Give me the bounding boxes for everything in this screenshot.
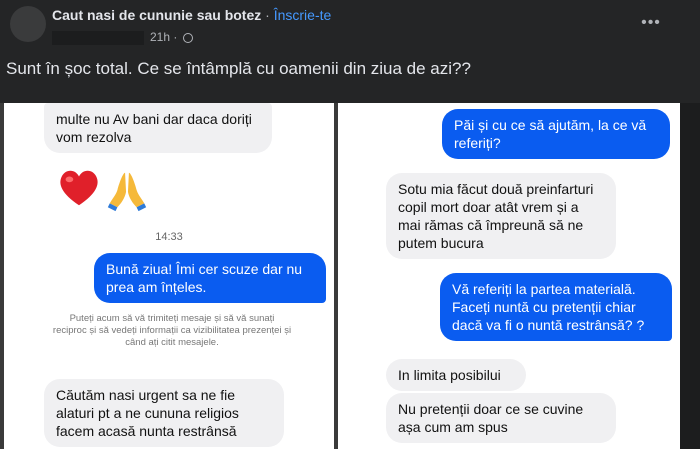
join-group-link[interactable]: Înscrie-te [274,7,332,23]
message-bubble-received: Căutăm nasi urgent sa ne fie alaturi pt … [44,379,284,447]
message-bubble-received: In limita posibilui [386,359,526,391]
globe-icon [182,32,193,43]
group-name-link[interactable]: Caut nasi de cununie sau botez [52,7,261,23]
post-meta: 21h · [52,30,193,45]
post-header: Caut nasi de cununie sau botez · Înscrie… [0,0,700,48]
meta-separator: · [170,30,181,44]
title-separator: · [261,7,274,23]
redacted-author-name [52,30,144,45]
chat-system-notice: Puteți acum să vă trimiteți mesaje și să… [52,313,292,348]
chat-screenshot-image: multe nu Av bani dar daca doriți vom rez… [0,103,700,449]
message-bubble-received: multe nu Av bani dar daca doriți vom rez… [44,103,272,153]
post-title-line: Caut nasi de cununie sau botez · Înscrie… [52,7,331,23]
right-edge-bar [680,103,700,449]
chat-panel-right: Păi și cu ce să ajutăm, la ce vă referiț… [338,103,680,449]
heart-emoji [60,170,98,206]
message-timestamp: 14:33 [155,231,183,243]
message-bubble-sent: Păi și cu ce să ajutăm, la ce vă referiț… [442,109,670,159]
message-bubble-received: Nu pretenții doar ce se cuvine așa cum a… [386,393,616,443]
chat-panel-left: multe nu Av bani dar daca doriți vom rez… [4,103,334,449]
folded-hands-emoji [107,172,147,212]
post-text: Sunt în șoc total. Ce se întâmplă cu oam… [6,59,471,78]
more-options-button[interactable]: ••• [640,12,662,34]
message-bubble-received: Sotu mia făcut două preinfarturi copil m… [386,173,616,259]
message-bubble-sent: Vă referiți la partea materială. Faceți … [440,273,672,341]
message-bubble-sent: Bună ziua! Îmi cer scuze dar nu prea am … [94,253,326,303]
post-time-link[interactable]: 21h [150,30,170,44]
group-avatar[interactable] [10,6,46,42]
